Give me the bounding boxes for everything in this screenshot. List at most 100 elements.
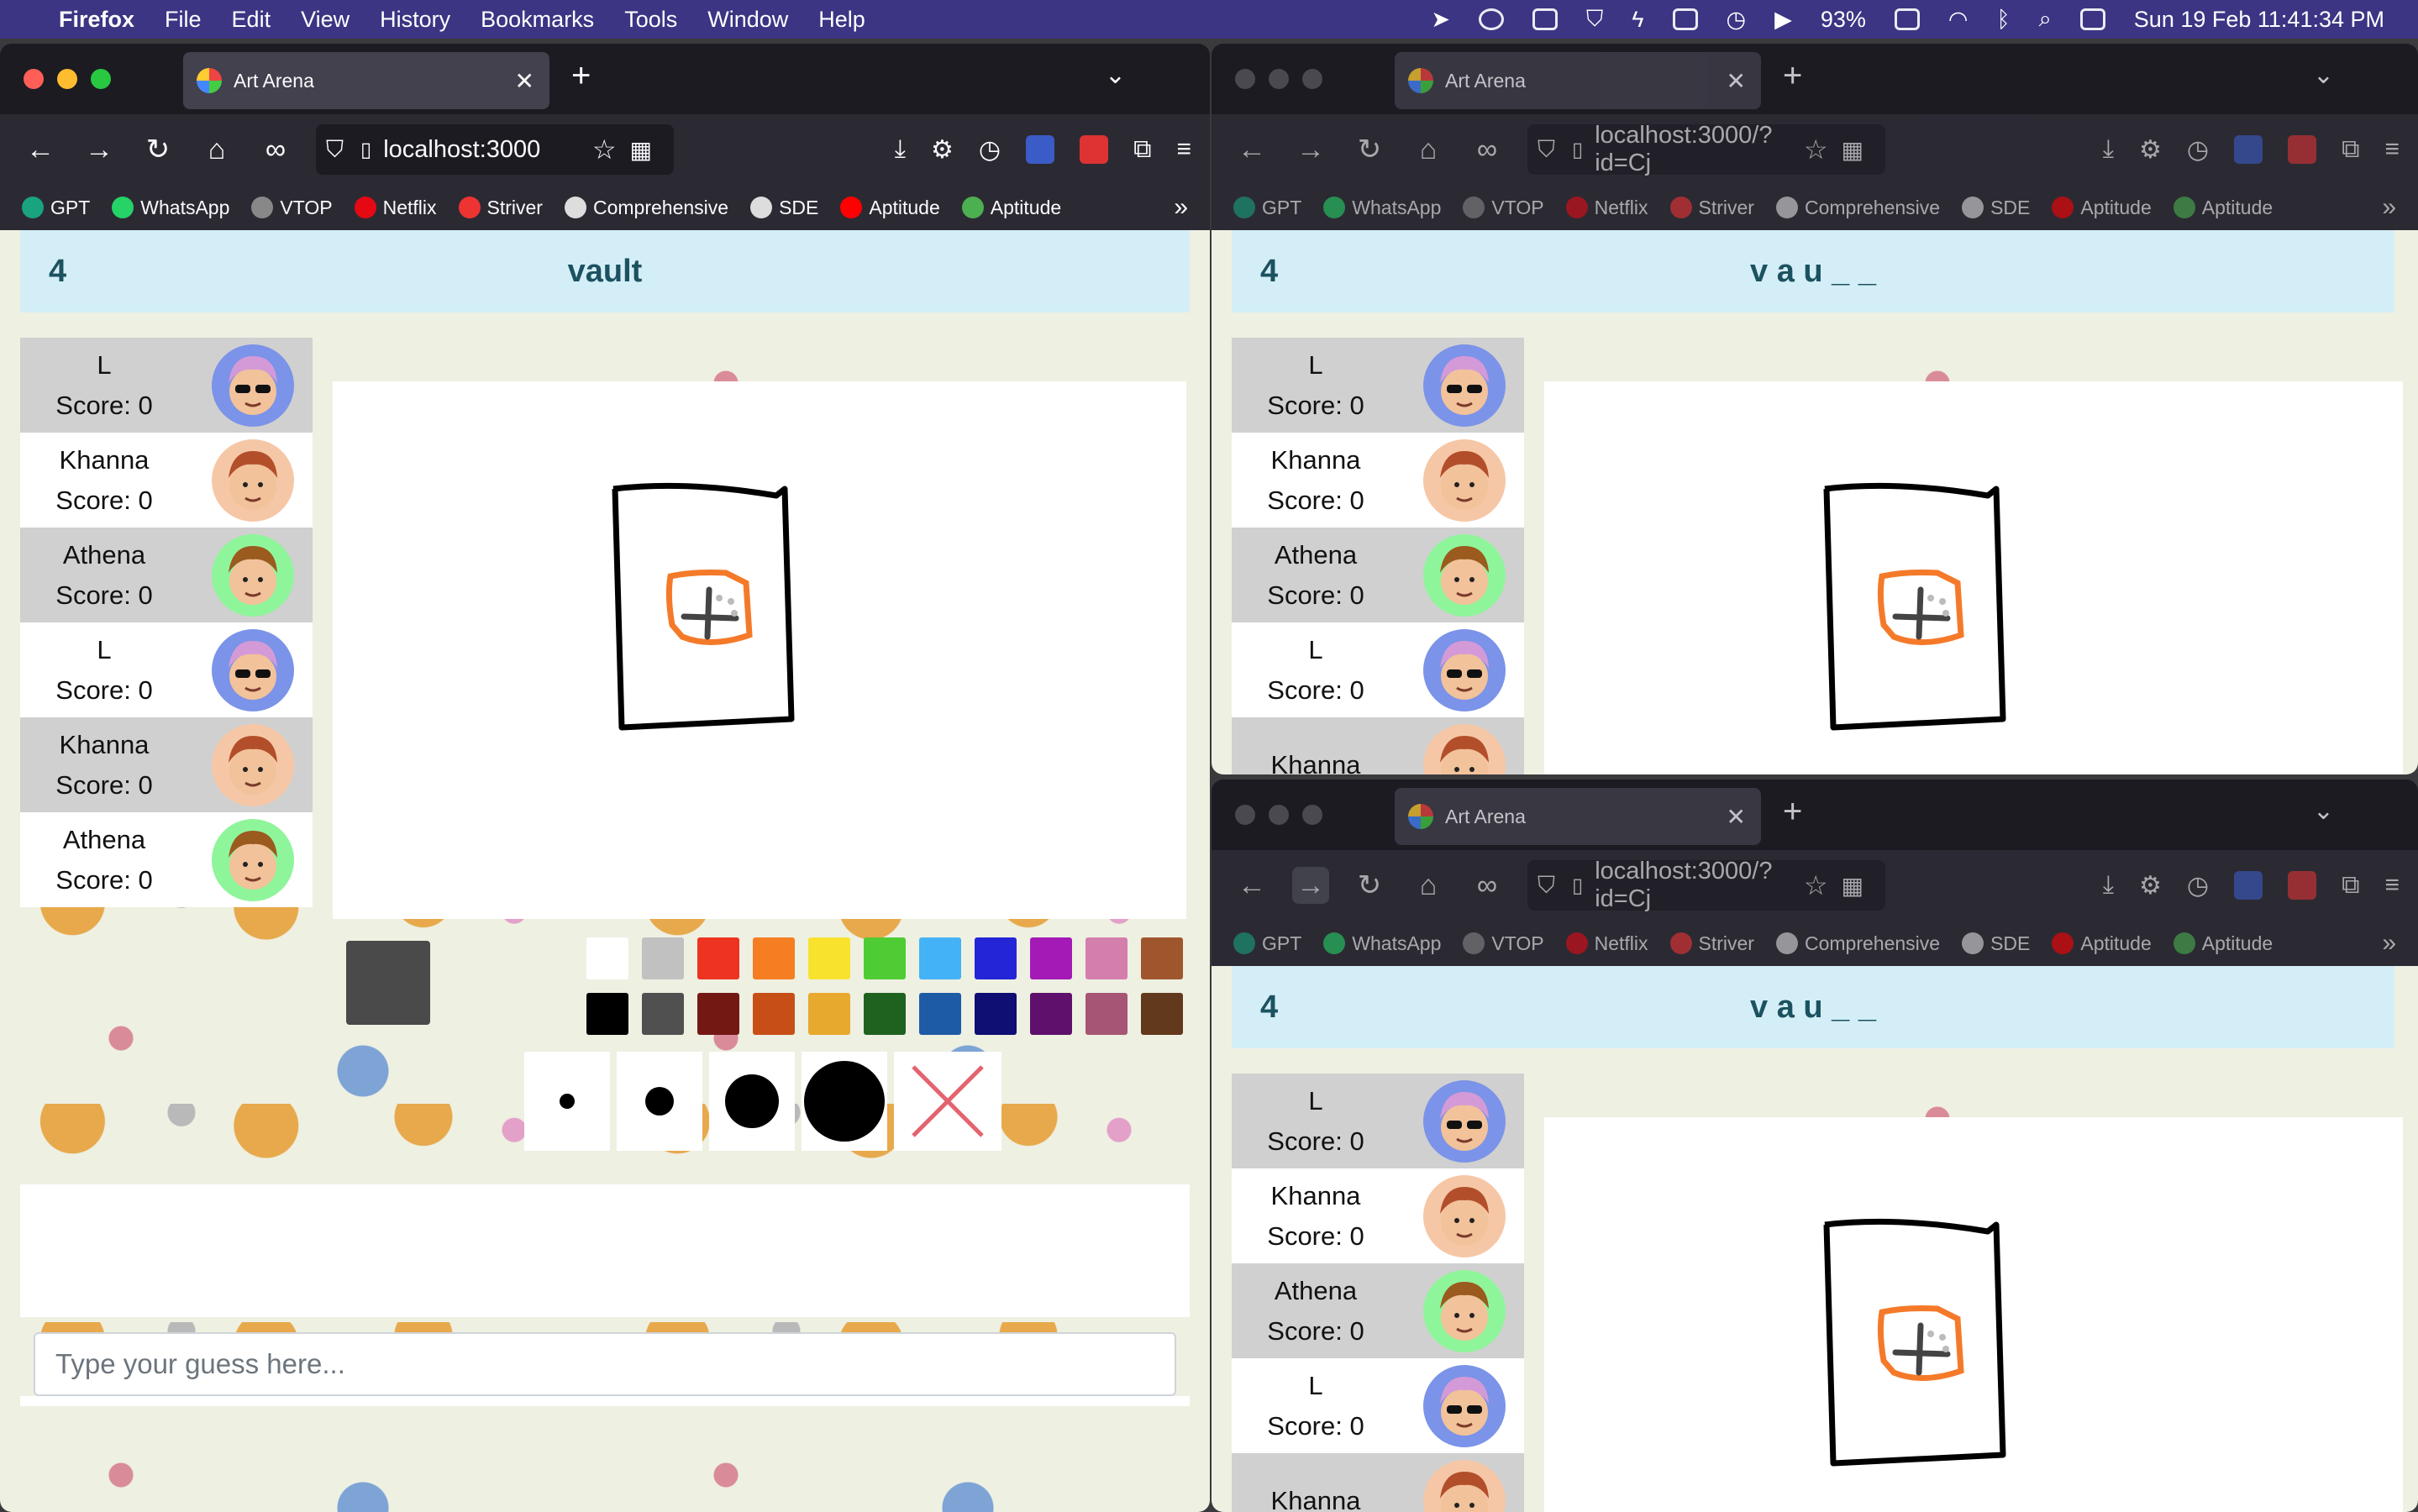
- download-icon[interactable]: ⤓: [895, 135, 906, 165]
- private-mask-icon[interactable]: ∞: [1469, 867, 1506, 904]
- zoom-window-button[interactable]: [91, 69, 111, 89]
- qr-code-icon[interactable]: ▦: [1842, 872, 1863, 900]
- bookmark-item[interactable]: Aptitude: [840, 197, 940, 219]
- bookmark-item[interactable]: Aptitude: [2173, 197, 2273, 219]
- history-clock-icon[interactable]: ◷: [2187, 135, 2209, 165]
- bookmark-item[interactable]: WhatsApp: [1323, 932, 1441, 955]
- menu-bookmarks[interactable]: Bookmarks: [481, 7, 594, 33]
- bookmark-item[interactable]: Comprehensive: [1775, 932, 1940, 955]
- drawing-canvas[interactable]: [1544, 381, 2403, 774]
- hamburger-menu-icon[interactable]: ≡: [2384, 871, 2400, 900]
- close-tab-icon[interactable]: ✕: [515, 67, 534, 95]
- bookmark-item[interactable]: Striver: [458, 197, 543, 219]
- bookmark-item[interactable]: SDE: [1962, 197, 2030, 219]
- bluetooth-icon[interactable]: ᛒ: [1996, 7, 2010, 33]
- color-swatch[interactable]: [586, 993, 628, 1035]
- url-text[interactable]: localhost:3000/?id=Cj: [1595, 122, 1804, 177]
- color-swatch[interactable]: [808, 993, 850, 1035]
- color-swatch[interactable]: [975, 993, 1017, 1035]
- bookmark-item[interactable]: VTOP: [1463, 932, 1544, 955]
- minimize-window-button[interactable]: [1269, 805, 1289, 825]
- color-swatch[interactable]: [642, 937, 684, 979]
- guess-input[interactable]: Type your guess here...: [34, 1332, 1176, 1396]
- tracking-shield-icon[interactable]: ⛉: [1538, 136, 1555, 164]
- back-icon[interactable]: ←: [1233, 131, 1270, 168]
- bookmark-item[interactable]: Aptitude: [2173, 932, 2273, 955]
- color-swatch[interactable]: [919, 937, 961, 979]
- list-tabs-chevron-icon[interactable]: ⌄: [2313, 60, 2334, 90]
- shield-icon[interactable]: ⛉: [1586, 6, 1603, 33]
- color-swatch[interactable]: [753, 937, 795, 979]
- bolt-icon[interactable]: ϟ: [1632, 7, 1643, 33]
- bookmark-item[interactable]: Netflix: [1565, 932, 1648, 955]
- search-icon[interactable]: ⌕: [2039, 6, 2052, 33]
- minimize-window-button[interactable]: [1269, 69, 1289, 89]
- color-swatch[interactable]: [864, 993, 906, 1035]
- bookmark-item[interactable]: Striver: [1669, 932, 1754, 955]
- menu-app-name[interactable]: Firefox: [59, 7, 134, 33]
- bookmark-item[interactable]: SDE: [1962, 932, 2030, 955]
- zoom-window-button[interactable]: [1302, 69, 1322, 89]
- adblock-icon[interactable]: [2288, 870, 2317, 900]
- new-tab-button[interactable]: +: [1783, 57, 1802, 95]
- bookmark-item[interactable]: Comprehensive: [1775, 197, 1940, 219]
- adblock-icon[interactable]: [1080, 134, 1109, 164]
- history-clock-icon[interactable]: ◷: [2187, 871, 2209, 900]
- back-icon[interactable]: ←: [22, 131, 59, 168]
- private-mask-icon[interactable]: ∞: [257, 131, 294, 168]
- bookmark-item[interactable]: GPT: [1233, 197, 1301, 219]
- close-tab-icon[interactable]: ✕: [1727, 803, 1746, 831]
- bookmark-star-icon[interactable]: ☆: [592, 134, 617, 165]
- home-icon[interactable]: ⌂: [1410, 131, 1447, 168]
- extension-badge-icon[interactable]: [2234, 870, 2263, 900]
- drawing-canvas[interactable]: [1544, 1117, 2403, 1512]
- menu-view[interactable]: View: [301, 7, 350, 33]
- color-swatch[interactable]: [1085, 937, 1128, 979]
- bookmark-item[interactable]: VTOP: [251, 197, 333, 219]
- tab-art-arena[interactable]: Art Arena ✕: [1395, 788, 1761, 845]
- bookmark-item[interactable]: Aptitude: [2052, 197, 2152, 219]
- hamburger-menu-icon[interactable]: ≡: [2384, 135, 2400, 165]
- time-machine-icon[interactable]: ◷: [1727, 7, 1747, 33]
- color-swatch[interactable]: [975, 937, 1017, 979]
- new-tab-button[interactable]: +: [1783, 793, 1802, 831]
- control-center-icon[interactable]: [2079, 8, 2105, 30]
- download-icon[interactable]: ⤓: [2103, 135, 2114, 165]
- color-swatch[interactable]: [753, 993, 795, 1035]
- bookmark-item[interactable]: Netflix: [1565, 197, 1648, 219]
- color-swatch[interactable]: [697, 993, 739, 1035]
- bookmark-item[interactable]: WhatsApp: [112, 197, 229, 219]
- color-swatch[interactable]: [808, 937, 850, 979]
- bookmark-item[interactable]: Striver: [1669, 197, 1754, 219]
- keyboard-icon[interactable]: [1532, 8, 1558, 30]
- menu-window[interactable]: Window: [707, 7, 788, 33]
- extension-badge-icon[interactable]: [1026, 134, 1055, 164]
- location-icon[interactable]: ➤: [1431, 7, 1450, 33]
- menu-help[interactable]: Help: [818, 7, 865, 33]
- address-bar[interactable]: ⛉ ▯ localhost:3000/?id=Cj ☆ ▦: [1527, 858, 1885, 912]
- reload-icon[interactable]: ↻: [1351, 867, 1388, 904]
- page-info-icon[interactable]: ▯: [360, 138, 371, 162]
- menu-edit[interactable]: Edit: [232, 7, 271, 33]
- adblock-icon[interactable]: [2288, 134, 2317, 164]
- extension-badge-icon[interactable]: [2234, 134, 2263, 164]
- close-window-button[interactable]: [1235, 69, 1255, 89]
- color-swatch[interactable]: [1085, 993, 1128, 1035]
- wifi-icon[interactable]: ◠: [1948, 7, 1969, 33]
- settings-gear-icon[interactable]: ⚙: [2139, 871, 2162, 900]
- zoom-window-button[interactable]: [1302, 805, 1322, 825]
- color-swatch[interactable]: [1030, 937, 1072, 979]
- color-swatch[interactable]: [864, 937, 906, 979]
- bookmark-item[interactable]: Aptitude: [961, 197, 1061, 219]
- close-window-button[interactable]: [1235, 805, 1255, 825]
- battery-percent[interactable]: 93%: [1821, 7, 1866, 33]
- history-clock-icon[interactable]: ◷: [979, 135, 1001, 165]
- qr-code-icon[interactable]: ▦: [630, 136, 652, 164]
- brush-size-button[interactable]: [524, 1052, 610, 1151]
- color-swatch[interactable]: [642, 993, 684, 1035]
- forward-icon[interactable]: →: [1292, 867, 1329, 904]
- more-bookmarks-chevron-icon[interactable]: »: [1174, 193, 1188, 222]
- extensions-puzzle-icon[interactable]: ⧉: [2342, 871, 2359, 900]
- bookmark-item[interactable]: GPT: [1233, 932, 1301, 955]
- close-tab-icon[interactable]: ✕: [1727, 67, 1746, 95]
